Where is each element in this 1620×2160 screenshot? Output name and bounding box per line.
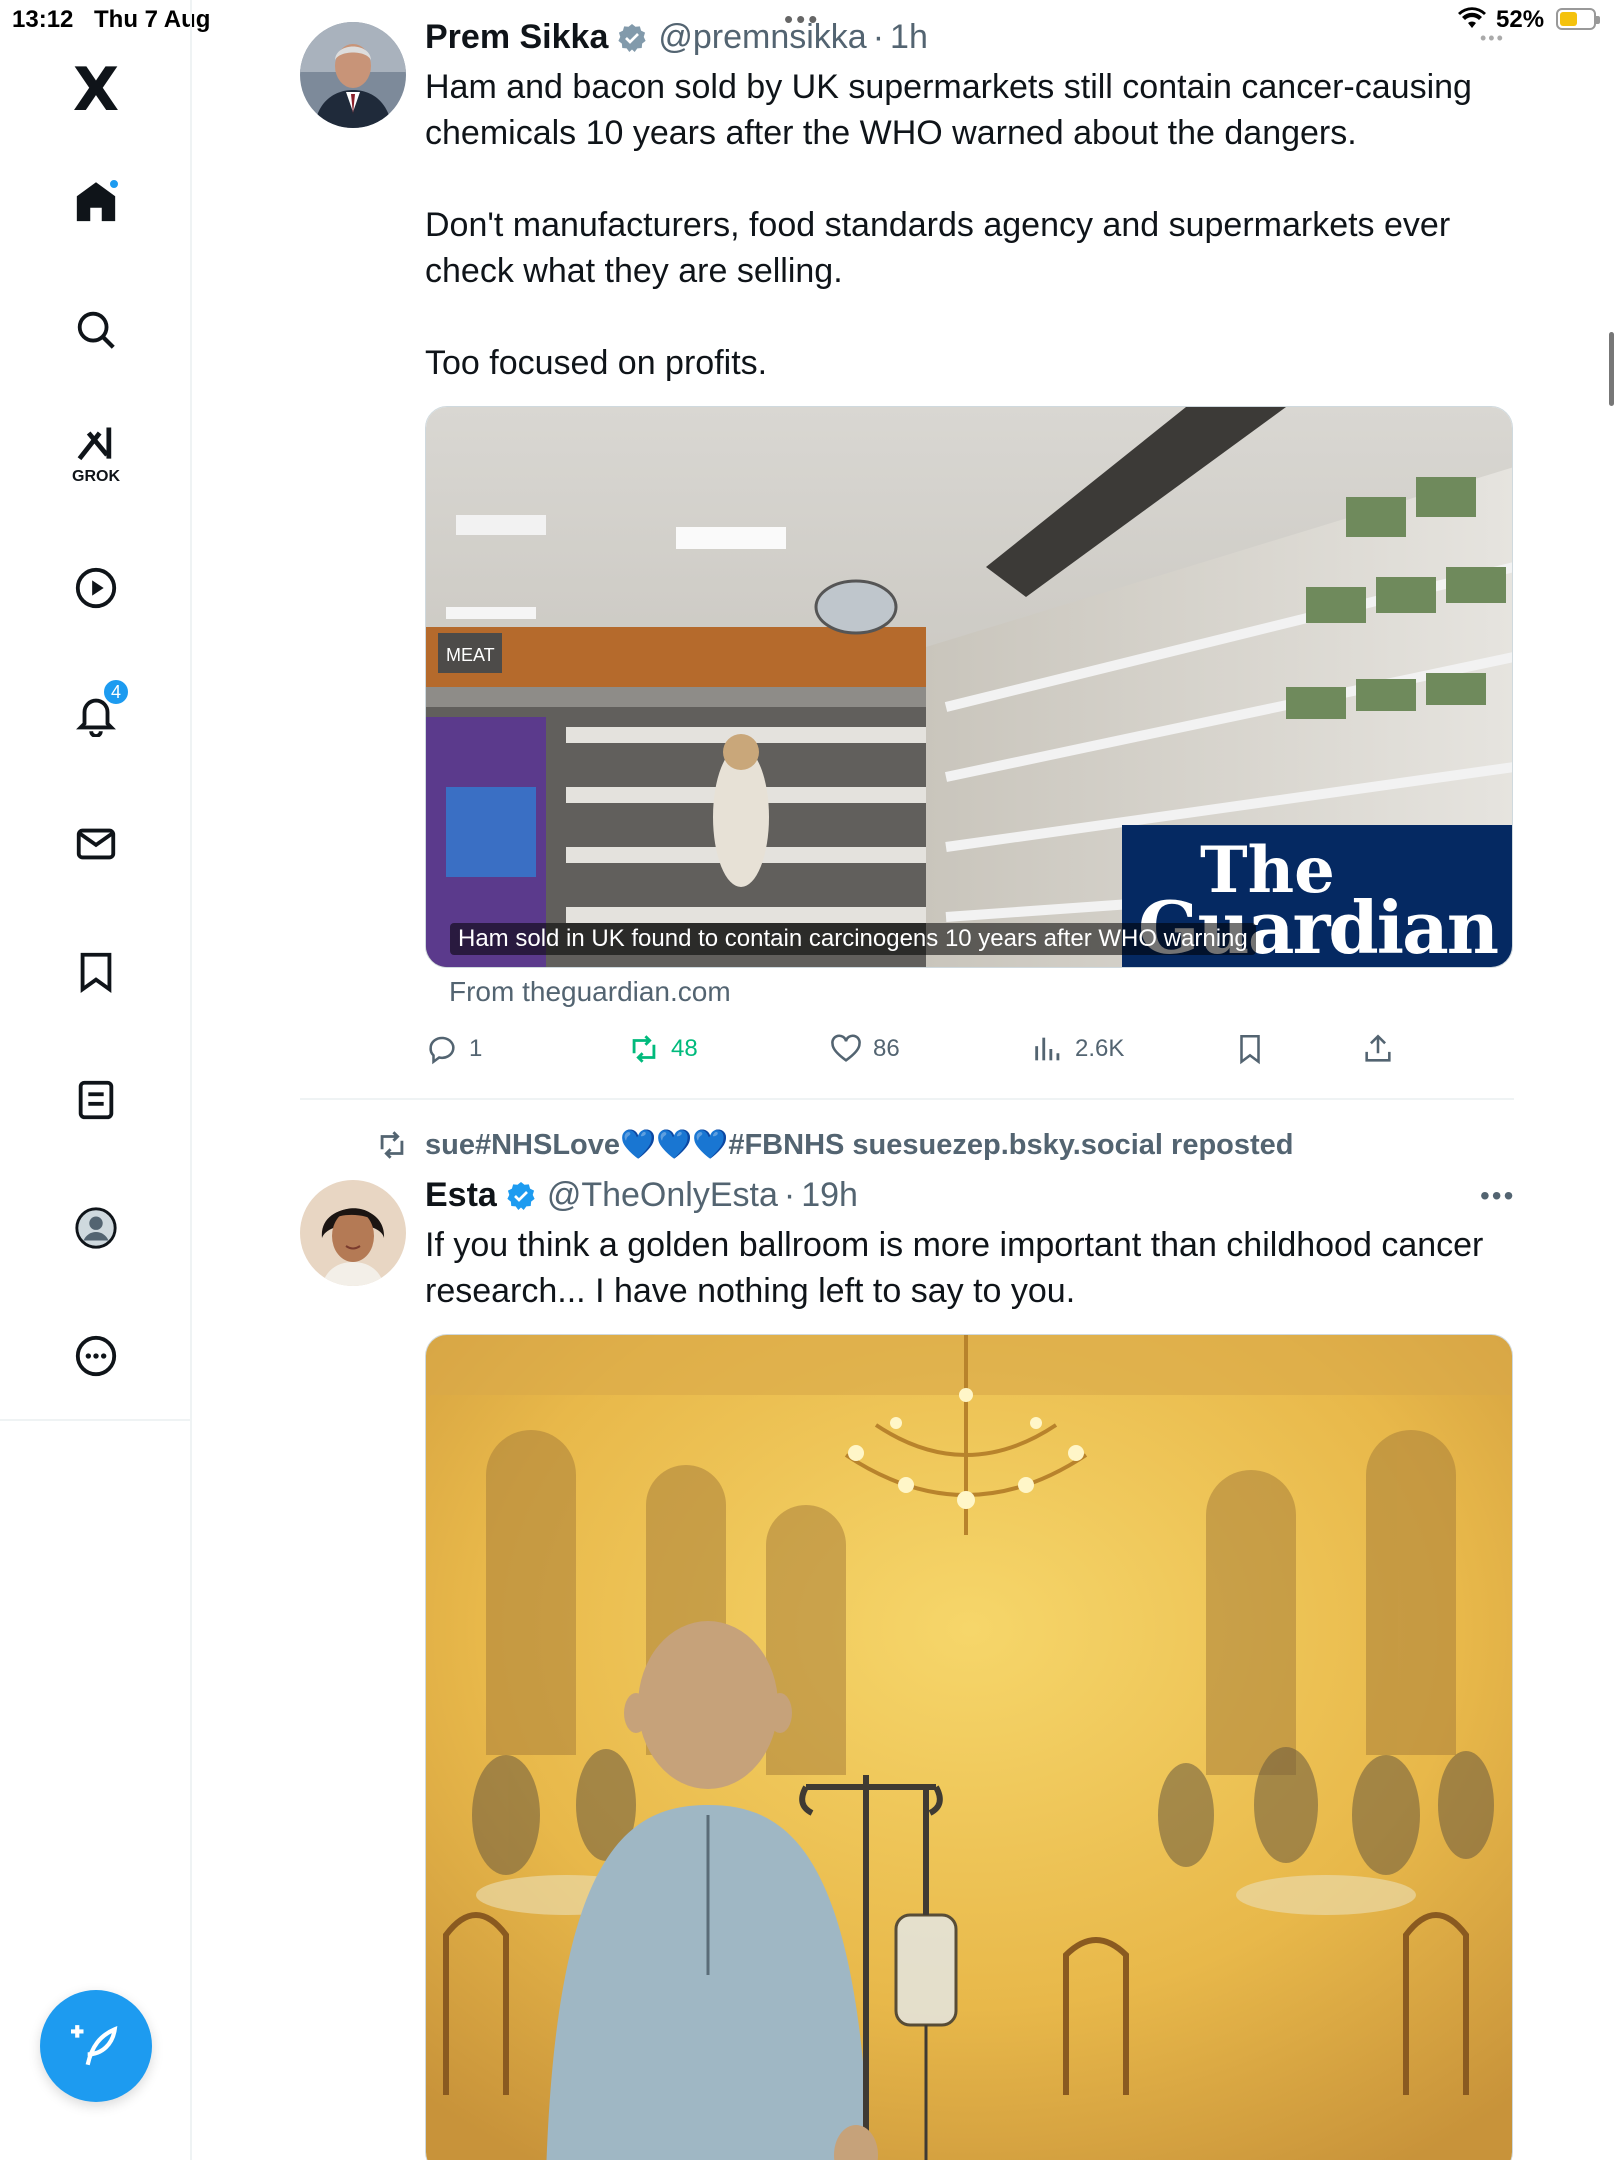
tweet-header: Esta @TheOnlyEsta · 19h <box>425 1176 858 1215</box>
sidebar-item-search[interactable] <box>60 294 132 366</box>
view-count: 2.6K <box>1075 1035 1125 1062</box>
grok-label: GROK <box>72 468 120 485</box>
repost-icon <box>632 1035 656 1063</box>
sidebar-divider <box>0 1419 192 1421</box>
scrollbar-thumb[interactable] <box>1609 332 1614 406</box>
tweet-divider <box>300 1098 1514 1100</box>
reply-count: 1 <box>469 1035 483 1062</box>
tweet-image[interactable] <box>425 1334 1513 2160</box>
reply-icon <box>429 1036 455 1065</box>
author-handle[interactable]: @premnsikka <box>658 18 866 57</box>
top-more-dots-icon[interactable]: ••• <box>1480 28 1505 49</box>
card-caption: Ham sold in UK found to contain carcinog… <box>450 923 1256 955</box>
sidebar-item-video[interactable] <box>60 552 132 624</box>
card-source[interactable]: From theguardian.com <box>449 976 731 1008</box>
battery-fill <box>1560 12 1577 26</box>
avatar-image <box>300 1180 406 1286</box>
sidebar-item-bookmarks[interactable] <box>60 936 132 1008</box>
more-icon <box>75 1335 117 1377</box>
bookmark-icon <box>80 952 112 993</box>
link-card[interactable]: MEAT The Guardian Ham sold in UK found t… <box>425 406 1513 968</box>
verified-badge-icon <box>618 23 646 52</box>
mail-icon <box>76 828 116 860</box>
sidebar-nav: X GROK 4 <box>0 0 192 2160</box>
reply-button[interactable]: 1 <box>425 1032 482 1066</box>
sidebar-item-messages[interactable] <box>60 808 132 880</box>
sidebar-item-notifications[interactable]: 4 <box>60 678 132 750</box>
bookmark-icon <box>1240 1034 1260 1065</box>
compose-icon <box>71 2025 118 2066</box>
grok-icon <box>77 427 112 461</box>
sidebar-item-grok[interactable]: GROK <box>60 418 132 490</box>
video-icon <box>75 567 117 609</box>
ballroom-illustration <box>426 1335 1512 2160</box>
tweet-header: Prem Sikka @premnsikka · 1h <box>425 18 928 57</box>
separator-dot: · <box>783 1176 796 1214</box>
share-button[interactable] <box>1361 1032 1395 1066</box>
profile-icon <box>75 1207 117 1249</box>
meat-sign: MEAT <box>446 645 495 665</box>
home-unread-dot <box>108 178 120 190</box>
tweet-actions: 1 48 86 2.6K <box>425 1032 1425 1072</box>
repost-button[interactable]: 48 <box>627 1032 698 1066</box>
more-options-icon[interactable]: ••• <box>1480 1180 1515 1212</box>
share-icon <box>1365 1034 1391 1062</box>
bookmark-button[interactable] <box>1233 1032 1267 1066</box>
avatar-image <box>300 22 406 128</box>
x-logo-text: X <box>72 55 120 125</box>
lists-icon <box>78 1080 114 1120</box>
tweet-text: Ham and bacon sold by UK supermarkets st… <box>425 68 1472 382</box>
like-button[interactable]: 86 <box>829 1032 900 1066</box>
sidebar-item-profile[interactable] <box>60 1192 132 1264</box>
sidebar-item-more[interactable] <box>60 1320 132 1392</box>
heart-icon <box>831 1034 861 1062</box>
notification-badge: 4 <box>102 678 130 706</box>
reposted-by[interactable]: sue#NHSLove💙💙💙#FBNHS suesuezep.bsky.soci… <box>375 1128 1294 1162</box>
avatar-prem-sikka[interactable] <box>300 22 406 128</box>
compose-button[interactable] <box>40 1990 152 2102</box>
views-button[interactable]: 2.6K <box>1031 1032 1124 1066</box>
separator-dot: · <box>872 18 885 56</box>
repost-count: 48 <box>671 1035 698 1062</box>
views-icon <box>1035 1037 1060 1061</box>
tweet-time[interactable]: 19h <box>801 1176 858 1215</box>
sidebar-item-lists[interactable] <box>60 1064 132 1136</box>
verified-badge-icon <box>507 1181 535 1210</box>
author-handle[interactable]: @TheOnlyEsta <box>547 1176 778 1215</box>
author-name[interactable]: Esta <box>425 1176 497 1215</box>
tweet-time[interactable]: 1h <box>890 18 928 57</box>
tweet-text: If you think a golden ballroom is more i… <box>425 1226 1493 1310</box>
like-count: 86 <box>873 1035 900 1062</box>
x-logo[interactable]: X <box>60 54 132 126</box>
sidebar-item-home[interactable] <box>60 166 132 238</box>
reposted-by-label: sue#NHSLove💙💙💙#FBNHS suesuezep.bsky.soci… <box>425 1129 1294 1161</box>
search-icon <box>77 311 115 349</box>
avatar-esta[interactable] <box>300 1180 406 1286</box>
repost-icon <box>380 1131 404 1159</box>
author-name[interactable]: Prem Sikka <box>425 18 608 57</box>
battery-icon <box>1556 8 1600 30</box>
